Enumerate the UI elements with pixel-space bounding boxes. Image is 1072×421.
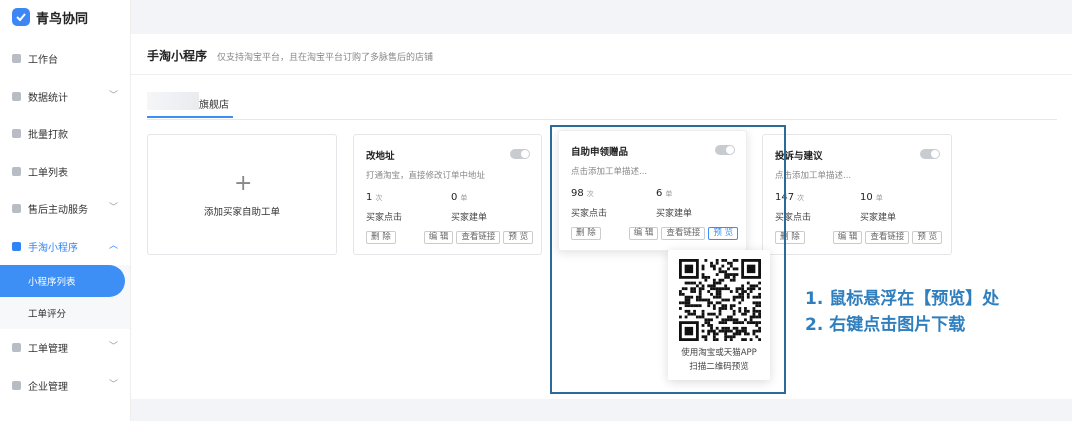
order-count: 0单 xyxy=(451,192,468,203)
sidebar-nav: 工作台 数据统计 ﹀ 批量打款 工单列表 售后主动服务 ﹀ 手淘小程序 ︿ 小程… xyxy=(0,40,130,404)
sidebar-item-statistics[interactable]: 数据统计 ﹀ xyxy=(0,78,130,116)
building-icon xyxy=(12,380,21,390)
sidebar-item-taobao-miniprogram[interactable]: 手淘小程序 ︿ xyxy=(0,228,130,266)
plus-icon: + xyxy=(234,171,253,196)
check-logo-icon xyxy=(12,8,30,26)
sidebar-item-label: 售后主动服务 xyxy=(28,205,88,217)
preview-button[interactable]: 预 览 xyxy=(912,231,943,244)
edit-button[interactable]: 编 辑 xyxy=(832,231,863,244)
message-icon xyxy=(12,204,21,214)
preview-button[interactable]: 预 览 xyxy=(503,231,534,244)
card-actions: 删 除 编 辑 查看链接 预 览 xyxy=(775,231,945,244)
miniprogram-card-change-address: 改地址 打通淘宝，直接修改订单中地址 1次 0单 买家点击 买家建单 删 除 编… xyxy=(353,134,542,255)
sidebar: 青鸟协同 工作台 数据统计 ﹀ 批量打款 工单列表 售后主动服务 ﹀ 手淘小程序… xyxy=(0,0,131,421)
page-description: 仅支持淘宝平台，且在淘宝平台订购了多脉售后的店铺 xyxy=(217,53,434,63)
main-panel: 手淘小程序 仅支持淘宝平台，且在淘宝平台订购了多脉售后的店铺 旗舰店 + 添加买… xyxy=(131,34,1072,399)
sidebar-item-label: 批量打款 xyxy=(28,130,68,142)
sidebar-item-enterprise-management[interactable]: 企业管理 ﹀ xyxy=(0,367,130,405)
search-icon xyxy=(12,166,21,176)
chevron-up-icon: ︿ xyxy=(109,240,119,251)
sidebar-item-ticket-list[interactable]: 工单列表 xyxy=(0,153,130,191)
header-divider xyxy=(131,74,1072,75)
edit-button[interactable]: 编 辑 xyxy=(423,231,454,244)
order-count: 10 单 xyxy=(860,192,883,203)
tab-divider xyxy=(147,119,1057,120)
card-description: 打通淘宝，直接修改订单中地址 xyxy=(366,171,486,181)
app-name: 青鸟协同 xyxy=(36,11,89,27)
delete-button[interactable]: 删 除 xyxy=(366,231,396,244)
top-bar xyxy=(131,0,1072,34)
card-description: 点击添加工单描述... xyxy=(775,171,852,181)
coin-icon xyxy=(12,129,21,139)
app-logo[interactable]: 青鸟协同 xyxy=(0,0,130,34)
sidebar-item-label: 工单列表 xyxy=(28,167,68,179)
chevron-down-icon: ﹀ xyxy=(109,90,119,101)
view-link-button[interactable]: 查看链接 xyxy=(865,231,910,244)
sidebar-item-batch-payment[interactable]: 批量打款 xyxy=(0,115,130,153)
sidebar-item-label: 手淘小程序 xyxy=(28,242,78,254)
sidebar-item-proactive-service[interactable]: 售后主动服务 ﹀ xyxy=(0,190,130,228)
shop-tab-label: 旗舰店 xyxy=(199,100,229,111)
chevron-down-icon: ﹀ xyxy=(109,379,119,390)
tab-shop[interactable]: 旗舰店 xyxy=(147,92,233,118)
list-icon xyxy=(12,343,21,353)
shop-name-redacted xyxy=(147,92,199,110)
sidebar-item-label: 工作台 xyxy=(28,55,58,67)
bottom-strip xyxy=(131,399,1072,421)
sidebar-item-label: 工单管理 xyxy=(28,344,68,356)
page-title: 手淘小程序 xyxy=(147,49,208,63)
sidebar-submenu: 小程序列表 工单评分 xyxy=(0,265,130,329)
sidebar-subitem-ticket-rating[interactable]: 工单评分 xyxy=(0,297,130,329)
annotation-step-2: 2. 右键点击图片下载 xyxy=(805,315,966,335)
sidebar-item-ticket-management[interactable]: 工单管理 ﹀ xyxy=(0,329,130,367)
add-ticket-card[interactable]: + 添加买家自助工单 xyxy=(147,134,337,255)
order-label: 买家建单 xyxy=(451,213,488,223)
view-link-button[interactable]: 查看链接 xyxy=(456,231,501,244)
click-count: 1次 xyxy=(366,192,383,203)
enable-toggle[interactable] xyxy=(920,149,940,159)
highlight-frame xyxy=(550,125,786,394)
bar-chart-icon xyxy=(12,91,21,101)
chevron-down-icon: ﹀ xyxy=(109,203,119,213)
order-label: 买家建单 xyxy=(860,213,897,223)
active-tab-indicator xyxy=(147,116,233,118)
sidebar-item-workbench[interactable]: 工作台 xyxy=(0,40,130,78)
annotation-step-1: 1. 鼠标悬浮在【预览】处 xyxy=(805,289,1000,309)
sidebar-subitem-miniprogram-list[interactable]: 小程序列表 xyxy=(0,265,125,297)
desktop-icon xyxy=(12,54,21,64)
folder-icon xyxy=(12,241,21,251)
sidebar-item-label: 企业管理 xyxy=(28,381,68,393)
sidebar-item-label: 数据统计 xyxy=(28,92,68,104)
miniprogram-card-complaints: 投诉与建议 点击添加工单描述... 147 次 10 单 买家点击 买家建单 删 除… xyxy=(762,134,952,255)
card-title: 改地址 xyxy=(366,151,395,162)
chevron-down-icon: ﹀ xyxy=(109,342,119,352)
add-ticket-label: 添加买家自助工单 xyxy=(203,207,280,218)
card-actions: 删 除 编 辑 查看链接 预 览 xyxy=(366,231,536,244)
enable-toggle[interactable] xyxy=(510,149,530,159)
click-label: 买家点击 xyxy=(366,213,403,223)
page-header: 手淘小程序 仅支持淘宝平台，且在淘宝平台订购了多脉售后的店铺 xyxy=(147,47,433,64)
